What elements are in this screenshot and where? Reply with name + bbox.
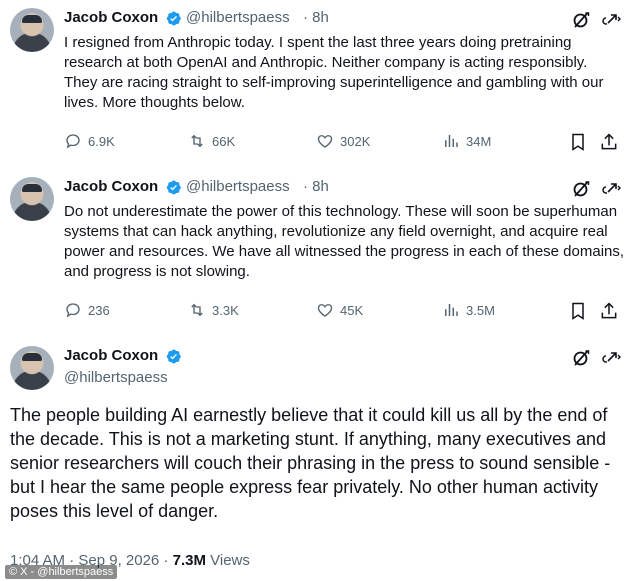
main-tweet-text: The people building AI earnestly believe… — [10, 405, 611, 521]
like-icon — [316, 301, 334, 319]
author-handle[interactable]: @hilbertspaess — [186, 177, 290, 197]
author-name[interactable]: Jacob Coxon — [64, 8, 158, 28]
share-icon[interactable] — [599, 301, 619, 321]
more-icon[interactable] — [601, 348, 623, 368]
repost-count: 66K — [212, 133, 236, 149]
views-label: Views — [210, 552, 250, 569]
repost-count: 3.3K — [212, 302, 239, 318]
views-icon — [442, 301, 460, 319]
repost-icon — [188, 132, 206, 150]
tweet-time[interactable]: · 8h — [303, 8, 329, 28]
like-count: 302K — [340, 133, 371, 149]
verified-badge-icon — [165, 348, 182, 365]
avatar[interactable] — [10, 346, 54, 390]
reply-count: 236 — [88, 302, 110, 318]
reply-button[interactable]: 6.9K — [64, 132, 115, 150]
avatar[interactable] — [10, 177, 54, 221]
author-name[interactable]: Jacob Coxon — [64, 346, 158, 366]
views-count: 7.3M — [172, 552, 206, 569]
like-button[interactable]: 302K — [316, 132, 370, 150]
grok-icon[interactable] — [571, 348, 591, 368]
like-count: 45K — [340, 302, 364, 318]
more-icon[interactable] — [601, 10, 623, 30]
avatar[interactable] — [10, 8, 54, 52]
tweet-actions: 236 3.3K 45K 3.5M — [64, 301, 624, 323]
like-button[interactable]: 45K — [316, 301, 363, 319]
bookmark-icon[interactable] — [568, 132, 588, 152]
reply-count: 6.9K — [88, 133, 115, 149]
author-handle[interactable]: @hilbertspaess — [186, 8, 290, 28]
like-icon — [316, 132, 334, 150]
tweet-actions: 6.9K 66K 302K 34M — [64, 132, 624, 154]
views-button[interactable]: 3.5M — [442, 301, 495, 319]
tweet-text: Do not underestimate the power of this t… — [64, 203, 625, 280]
tweet-time[interactable]: · 8h — [303, 177, 329, 197]
views-icon — [442, 132, 460, 150]
verified-badge-icon — [165, 10, 182, 27]
views-count: 34M — [466, 133, 492, 149]
verified-badge-icon — [165, 179, 182, 196]
author-name[interactable]: Jacob Coxon — [64, 177, 158, 197]
watermark: © X - @hilbertspaess — [5, 565, 118, 579]
more-icon[interactable] — [601, 179, 623, 199]
bookmark-icon[interactable] — [568, 301, 588, 321]
grok-icon[interactable] — [571, 179, 591, 199]
reply-icon — [64, 301, 82, 319]
grok-icon[interactable] — [571, 10, 591, 30]
views-button[interactable]: 34M — [442, 132, 491, 150]
repost-button[interactable]: 3.3K — [188, 301, 239, 319]
views-count: 3.5M — [466, 302, 495, 318]
author-handle[interactable]: @hilbertspaess — [64, 368, 168, 388]
reply-icon — [64, 132, 82, 150]
repost-icon — [188, 301, 206, 319]
tweet-text: I resigned from Anthropic today. I spent… — [64, 34, 604, 111]
share-icon[interactable] — [599, 132, 619, 152]
reply-button[interactable]: 236 — [64, 301, 110, 319]
repost-button[interactable]: 66K — [188, 132, 235, 150]
